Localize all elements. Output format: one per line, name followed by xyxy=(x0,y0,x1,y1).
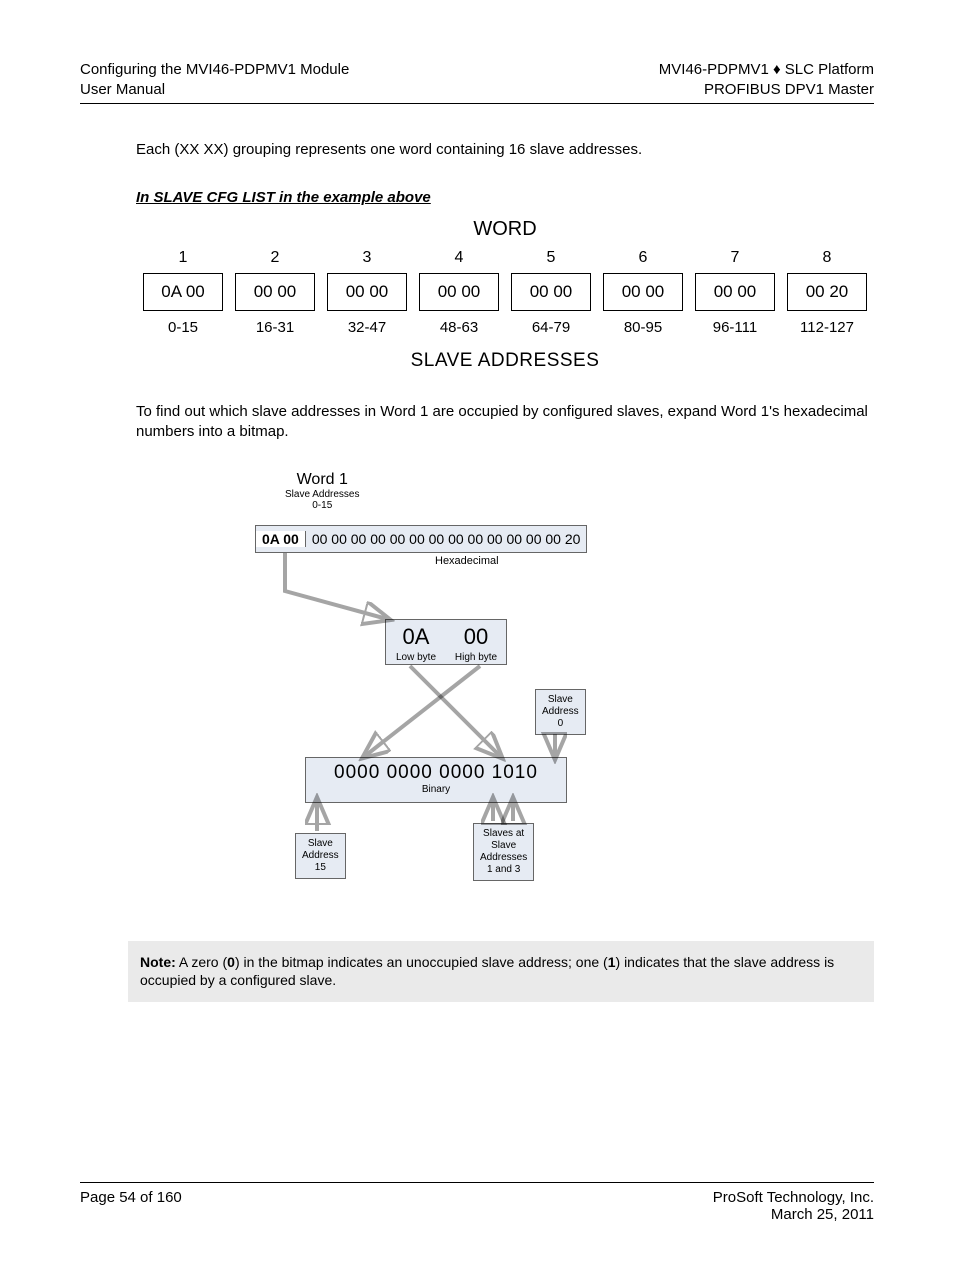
footer-company: ProSoft Technology, Inc. xyxy=(713,1189,874,1206)
word-num: 1 xyxy=(143,249,223,267)
word-addr: 16-31 xyxy=(235,319,315,336)
footer-date: March 25, 2011 xyxy=(713,1206,874,1223)
word-diagram-caption: SLAVE ADDRESSES xyxy=(136,350,874,372)
header-left: Configuring the MVI46-PDPMV1 Module User… xyxy=(80,60,349,101)
header-product: MVI46-PDPMV1 ♦ SLC Platform xyxy=(659,60,874,80)
word-num: 7 xyxy=(695,249,775,267)
word-num: 5 xyxy=(511,249,591,267)
note-zero: 0 xyxy=(227,954,235,970)
word-addr: 112-127 xyxy=(787,319,867,336)
note-text-1: A zero ( xyxy=(176,954,227,970)
word-col-1: 1 0A 00 0-15 xyxy=(143,249,223,336)
intro-paragraph: Each (XX XX) grouping represents one wor… xyxy=(136,140,874,160)
byte-expansion-diagram: Word 1 Slave Addresses 0-15 0A 00 00 00 … xyxy=(255,471,755,911)
word-num: 6 xyxy=(603,249,683,267)
word-cell: 00 20 xyxy=(787,273,867,311)
word-cell: 00 00 xyxy=(603,273,683,311)
word-addr: 32-47 xyxy=(327,319,407,336)
word-addr: 64-79 xyxy=(511,319,591,336)
page-header: Configuring the MVI46-PDPMV1 Module User… xyxy=(80,60,874,104)
word-addr: 80-95 xyxy=(603,319,683,336)
word-num: 4 xyxy=(419,249,499,267)
word-diagram-row: 1 0A 00 0-15 2 00 00 16-31 3 00 00 32-47… xyxy=(136,249,874,336)
section-heading: In SLAVE CFG LIST in the example above xyxy=(136,188,874,208)
note-text-2: ) in the bitmap indicates an unoccupied … xyxy=(235,954,608,970)
word-diagram: WORD 1 0A 00 0-15 2 00 00 16-31 3 00 00 … xyxy=(136,218,874,372)
explain-paragraph: To find out which slave addresses in Wor… xyxy=(136,402,874,443)
word-cell: 00 00 xyxy=(327,273,407,311)
note-one: 1 xyxy=(608,954,616,970)
diagram-arrows xyxy=(255,471,755,911)
word-col-6: 6 00 00 80-95 xyxy=(603,249,683,336)
word-num: 8 xyxy=(787,249,867,267)
word-cell: 00 00 xyxy=(695,273,775,311)
word-cell: 0A 00 xyxy=(143,273,223,311)
page-footer: Page 54 of 160 ProSoft Technology, Inc. … xyxy=(80,1182,874,1223)
note-box: Note: A zero (0) in the bitmap indicates… xyxy=(128,941,874,1003)
header-manual-label: User Manual xyxy=(80,80,349,100)
word-num: 3 xyxy=(327,249,407,267)
header-section-title: Configuring the MVI46-PDPMV1 Module xyxy=(80,60,349,80)
word-col-8: 8 00 20 112-127 xyxy=(787,249,867,336)
note-prefix: Note: xyxy=(140,954,176,970)
word-cell: 00 00 xyxy=(419,273,499,311)
word-col-2: 2 00 00 16-31 xyxy=(235,249,315,336)
word-col-7: 7 00 00 96-111 xyxy=(695,249,775,336)
word-addr: 96-111 xyxy=(695,319,775,336)
word-addr: 0-15 xyxy=(143,319,223,336)
word-col-4: 4 00 00 48-63 xyxy=(419,249,499,336)
word-col-3: 3 00 00 32-47 xyxy=(327,249,407,336)
word-cell: 00 00 xyxy=(235,273,315,311)
word-diagram-title: WORD xyxy=(136,218,874,241)
page-content: Each (XX XX) grouping represents one wor… xyxy=(80,140,874,1003)
word-num: 2 xyxy=(235,249,315,267)
header-right: MVI46-PDPMV1 ♦ SLC Platform PROFIBUS DPV… xyxy=(659,60,874,101)
word-col-5: 5 00 00 64-79 xyxy=(511,249,591,336)
word-cell: 00 00 xyxy=(511,273,591,311)
header-subtitle: PROFIBUS DPV1 Master xyxy=(659,80,874,100)
footer-right: ProSoft Technology, Inc. March 25, 2011 xyxy=(713,1189,874,1223)
word-addr: 48-63 xyxy=(419,319,499,336)
footer-page-number: Page 54 of 160 xyxy=(80,1189,182,1223)
